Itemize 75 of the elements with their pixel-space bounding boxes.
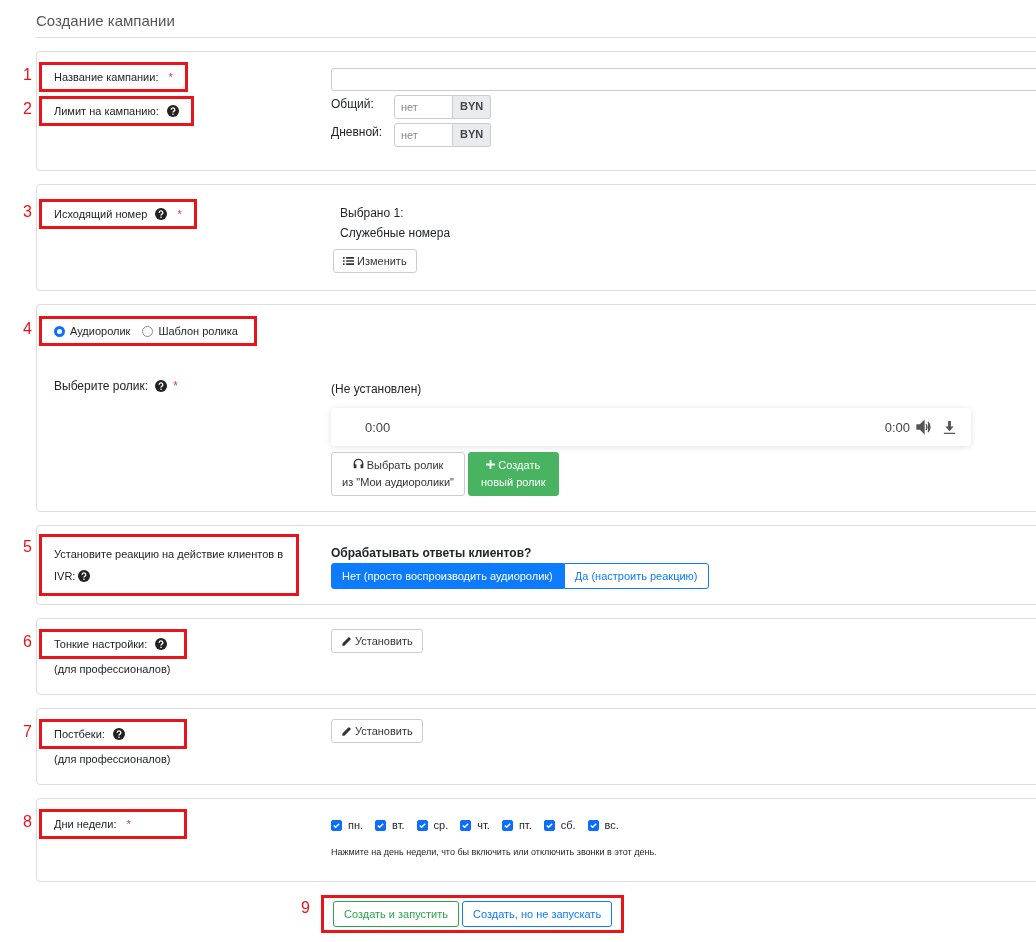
checkmark-icon [461, 820, 471, 830]
annotation-number: 7 [23, 723, 32, 741]
pencil-icon [341, 635, 352, 647]
limit-input[interactable]: нет [394, 95, 453, 119]
checkmark-icon [332, 820, 341, 830]
checkmark-icon [376, 820, 386, 830]
help-icon[interactable] [155, 208, 168, 220]
response-toggle[interactable]: Да (настроить реакцию) [563, 563, 709, 589]
weekday-checkbox[interactable]: вт. [375, 819, 405, 831]
field-label: Постбеки: [54, 728, 105, 740]
help-icon[interactable] [155, 380, 168, 392]
required-mark: * [168, 71, 173, 83]
limit-label: Дневной: [331, 124, 384, 139]
selected-count: Выбрано 1: [339, 206, 405, 220]
set-button[interactable]: Установить [331, 629, 423, 653]
annotation-number: 9 [301, 899, 310, 917]
help-icon[interactable] [155, 638, 168, 650]
campaign-name-input[interactable] [331, 68, 1036, 91]
source-radio[interactable]: Аудиоролик [54, 325, 131, 337]
download-icon[interactable] [942, 419, 957, 435]
weekday-checkbox[interactable]: сб. [543, 819, 576, 831]
submit-button[interactable]: Создать, но не запускать [462, 901, 613, 927]
response-toggle[interactable]: Нет (просто воспроизводить аудиоролик) [331, 563, 564, 589]
plus-icon [486, 460, 496, 469]
annotation-number: 5 [23, 538, 32, 556]
required-mark: * [173, 379, 178, 393]
help-icon[interactable] [78, 570, 91, 582]
current-time: 0:00 [365, 419, 391, 435]
required-mark: * [177, 208, 182, 220]
page-title: Создание кампании [36, 12, 1036, 38]
field-label: Выберите ролик: [54, 379, 149, 393]
limit-input[interactable]: нет [394, 123, 453, 147]
field-label: Название кампании: [54, 71, 159, 83]
duration: 0:00 [884, 419, 910, 435]
weekday-hint: Нажмите на день недели, что бы включить или отключить звонки в этот день. [331, 847, 658, 857]
field-label: Лимит на кампанию: [54, 105, 159, 117]
currency-addon: BYN [453, 123, 492, 147]
weekday-checkbox[interactable]: пт. [501, 819, 532, 831]
help-icon[interactable] [166, 105, 179, 117]
list-icon [343, 256, 354, 266]
annotation-number: 6 [23, 633, 32, 651]
checkmark-icon [417, 820, 427, 830]
annotation-number: 1 [23, 66, 32, 84]
checkmark-icon [544, 820, 554, 830]
weekday-checkbox[interactable]: вс. [587, 819, 619, 831]
source-radio[interactable]: Шаблон ролика [142, 325, 238, 337]
change-button[interactable]: Изменить [333, 249, 417, 273]
volume-icon[interactable] [916, 419, 932, 435]
annotation-number: 3 [23, 203, 32, 221]
field-label: Установите реакцию на действие клиентов в IVR: [54, 547, 284, 584]
audio-player[interactable]: 0:00 0:00 [331, 408, 971, 446]
weekday-checkbox[interactable]: ср. [416, 819, 449, 831]
annotation-number: 2 [23, 100, 32, 118]
field-note: (для профессионалов) [54, 753, 172, 765]
choose-clip-button[interactable]: Выбрать ролик из "Мои аудиоролики" [331, 452, 465, 496]
pencil-icon [341, 725, 352, 737]
limit-label: Общий: [331, 96, 375, 111]
question-text: Обрабатывать ответы клиентов? [331, 546, 533, 560]
headphones-icon [352, 458, 364, 469]
required-mark: * [126, 818, 131, 830]
selected-number: Служебные номера [339, 226, 452, 240]
field-label: Дни недели: [54, 818, 117, 830]
field-note: (для профессионалов) [54, 663, 172, 675]
annotation-number: 4 [23, 320, 32, 338]
annotation-number: 8 [23, 813, 32, 831]
field-label: Исходящий номер [54, 208, 148, 220]
audio-status: (Не установлен) [331, 382, 423, 396]
field-label: Тонкие настройки: [54, 638, 148, 650]
set-button[interactable]: Установить [331, 719, 423, 743]
currency-addon: BYN [453, 95, 492, 119]
checkmark-icon [588, 820, 598, 830]
help-icon[interactable] [112, 728, 125, 740]
weekday-checkbox[interactable]: пн. [331, 819, 364, 831]
weekday-checkbox[interactable]: чт. [460, 819, 490, 831]
checkmark-icon [502, 820, 512, 830]
